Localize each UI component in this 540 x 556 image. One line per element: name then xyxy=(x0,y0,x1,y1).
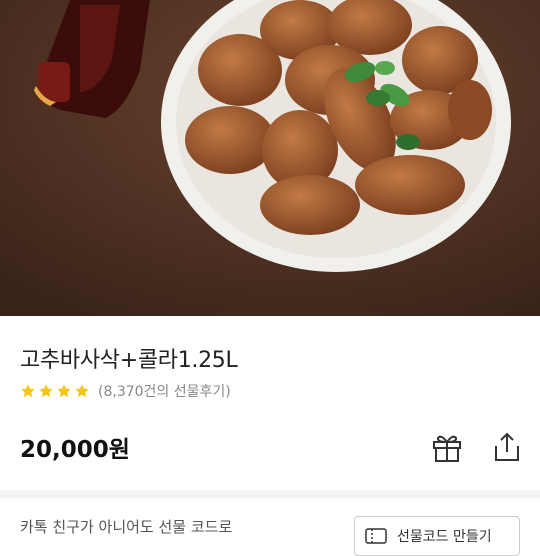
star-icon xyxy=(75,384,89,398)
gift-code-button-label: 선물코드 만들기 xyxy=(397,529,492,545)
gift-code-button[interactable]: 선물코드 만들기 xyxy=(354,516,520,556)
ticket-icon xyxy=(365,528,387,544)
product-title: 고추바사삭+콜라1.25L xyxy=(20,348,238,373)
share-button[interactable] xyxy=(490,430,524,464)
share-icon xyxy=(495,432,519,461)
review-count[interactable]: (8,370건의 선물후기) xyxy=(98,381,231,401)
star-icon xyxy=(21,384,35,398)
product-price: 20,000원 xyxy=(20,437,130,463)
star-icon xyxy=(39,384,53,398)
section-divider xyxy=(0,490,540,498)
gift-button[interactable] xyxy=(430,430,464,464)
promo-text: 카톡 친구가 아니어도 선물 코드로 xyxy=(20,518,233,536)
rating-row: (8,370건의 선물후기) xyxy=(20,381,231,401)
product-image xyxy=(0,0,540,316)
star-icon xyxy=(57,384,71,398)
gift-icon xyxy=(433,435,461,462)
